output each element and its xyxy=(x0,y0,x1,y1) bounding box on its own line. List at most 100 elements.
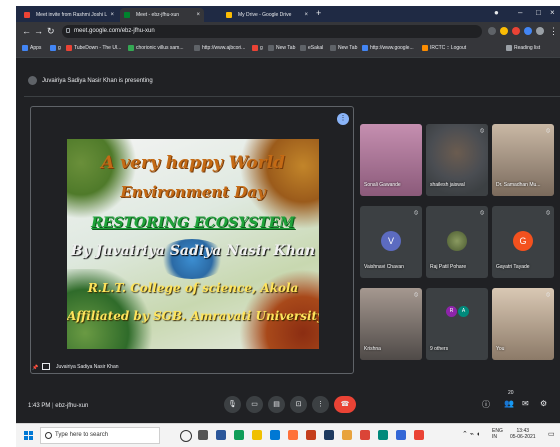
new-tab-button[interactable]: + xyxy=(316,8,321,18)
participant-count-badge: 20 xyxy=(508,390,514,396)
bookmark-label: Reading list xyxy=(514,45,541,51)
camera-icon[interactable] xyxy=(488,27,496,35)
bookmark-item[interactable]: eSakal xyxy=(300,45,323,51)
bookmark-item[interactable]: New Tab xyxy=(268,45,295,51)
language-indicator[interactable]: ENG IN xyxy=(492,428,503,440)
tab-bar: Meet invite from Rashmi Joshi L × Meet -… xyxy=(16,6,560,22)
leave-call-button[interactable]: ☎ xyxy=(334,396,356,413)
close-tab-icon[interactable]: × xyxy=(110,8,114,22)
participant-tile[interactable]: ⦸ G Gayatri Tayade xyxy=(492,206,554,278)
app-icon[interactable] xyxy=(414,430,424,440)
address-bar[interactable]: meet.google.com/ebz-jfhu-xun xyxy=(62,25,482,38)
present-button[interactable]: ⊡ xyxy=(290,396,307,413)
star-icon[interactable] xyxy=(500,27,508,35)
windows-start-icon[interactable] xyxy=(24,431,34,441)
minimize-icon[interactable]: – xyxy=(518,8,522,17)
apps-icon xyxy=(22,45,28,51)
mic-off-icon: ⦸ xyxy=(546,210,550,216)
app-icon[interactable] xyxy=(342,430,352,440)
cortana-icon[interactable] xyxy=(180,430,192,442)
others-tile[interactable]: R A 9 others xyxy=(426,288,488,360)
chrome-icon[interactable] xyxy=(360,430,370,440)
maximize-icon[interactable]: □ xyxy=(536,8,541,17)
windows-taskbar: Type here to search ⌃ ⌁ ◖ ENG IN 13:43 0… xyxy=(16,423,560,447)
bookmark-item[interactable]: chorionic villus sam... xyxy=(128,45,184,51)
bookmark-item[interactable]: New Tab xyxy=(330,45,357,51)
app-icon[interactable] xyxy=(396,430,406,440)
avatar: V xyxy=(381,231,401,251)
avatar: A xyxy=(458,306,469,317)
bookmark-item[interactable]: http://www.ajbcori... xyxy=(194,45,245,51)
bookmark-label: IRCTC :: Logout xyxy=(430,45,467,51)
firefox-icon[interactable] xyxy=(288,430,298,440)
camera-button[interactable]: ▭ xyxy=(246,396,263,413)
stage-footer: 📌 Juvairiya Sadiya Nasir Khan xyxy=(32,362,119,372)
bookmark-item[interactable]: g xyxy=(252,45,263,51)
self-tile[interactable]: ⦸ You xyxy=(492,288,554,360)
participant-name: Krishna xyxy=(364,346,381,352)
participant-name: shailesh jaiswal xyxy=(430,182,465,188)
drive-icon xyxy=(226,12,232,18)
tab-drive[interactable]: My Drive - Google Drive × xyxy=(222,8,312,22)
chat-icon[interactable]: ✉ xyxy=(522,399,529,408)
clock-date: 05-06-2021 xyxy=(510,434,536,440)
avatar[interactable] xyxy=(536,27,544,35)
participant-tile[interactable]: Sonali Gawande xyxy=(360,124,422,196)
avatar: G xyxy=(513,231,533,251)
pin-icon[interactable]: 📌 xyxy=(32,363,38,371)
slide-college: R.L.T. College of science, Akola xyxy=(87,281,299,295)
file-explorer-icon[interactable] xyxy=(252,430,262,440)
mic-button[interactable]: 🎙 xyxy=(224,396,241,413)
presentation-stage[interactable]: ⋮ A very happy World Environment Day RES… xyxy=(30,106,354,374)
participant-tile[interactable]: ⦸ Krishna xyxy=(360,288,422,360)
bookmark-item[interactable]: IRCTC :: Logout xyxy=(422,45,466,51)
extension-icon[interactable] xyxy=(512,27,520,35)
extension-icon[interactable] xyxy=(524,27,532,35)
close-window-icon[interactable]: × xyxy=(550,8,555,17)
mic-off-icon: ⦸ xyxy=(414,292,418,298)
more-options-button[interactable]: ⋮ xyxy=(312,396,329,413)
mic-off-icon: ⦸ xyxy=(414,210,418,216)
participant-name: Sonali Gawande xyxy=(364,182,401,188)
reload-icon[interactable]: ↻ xyxy=(47,26,55,37)
bookmark-item[interactable]: http://www.google... xyxy=(362,45,414,51)
app-icon[interactable] xyxy=(378,430,388,440)
info-icon[interactable]: ⓘ xyxy=(482,399,490,410)
participant-tile[interactable]: ⦸ Raj Patil Pohare xyxy=(426,206,488,278)
app-icon[interactable] xyxy=(324,430,334,440)
notifications-icon[interactable]: ▭ xyxy=(548,431,555,438)
bookmark-apps[interactable]: Apps xyxy=(22,45,41,51)
globe-icon xyxy=(268,45,274,51)
word-icon[interactable] xyxy=(216,430,226,440)
back-icon[interactable]: ← xyxy=(22,26,31,36)
tray-icons[interactable]: ⌃ ⌁ ◖ xyxy=(462,431,480,438)
close-tab-icon[interactable]: × xyxy=(304,8,308,22)
captions-button[interactable]: ▤ xyxy=(268,396,285,413)
others-count: 9 others xyxy=(430,346,449,352)
task-view-icon[interactable] xyxy=(198,430,208,440)
search-placeholder: Type here to search xyxy=(55,432,109,438)
participant-tile[interactable]: ⦸ Dr. Samadhan Mu... xyxy=(492,124,554,196)
profile-dot-icon[interactable]: ● xyxy=(494,8,499,17)
url-text: meet.google.com/ebz-jfhu-xun xyxy=(74,28,155,34)
reading-list[interactable]: Reading list xyxy=(506,45,540,51)
menu-icon[interactable]: ⋮ xyxy=(549,26,558,37)
close-tab-icon[interactable]: × xyxy=(196,8,200,22)
bookmarks-bar: Apps g TubeDown - The Ul... chorionic vi… xyxy=(16,41,560,58)
bookmark-item[interactable]: TubeDown - The Ul... xyxy=(66,45,121,51)
people-icon[interactable]: 👥 xyxy=(504,399,514,408)
tab-meet-invite[interactable]: Meet invite from Rashmi Joshi L × xyxy=(20,8,118,22)
clock[interactable]: 13:43 05-06-2021 xyxy=(510,428,536,440)
slide-affiliation: Affiliated by SGB. Amravati University xyxy=(67,309,319,323)
avatar xyxy=(447,231,467,251)
taskbar-search-input[interactable]: Type here to search xyxy=(40,427,160,444)
powerpoint-icon[interactable] xyxy=(306,430,316,440)
activities-icon[interactable]: ⚙ xyxy=(540,399,547,408)
store-icon[interactable] xyxy=(270,430,280,440)
participant-tile[interactable]: ⦸ V Vaishnavi Chavan xyxy=(360,206,422,278)
forward-icon[interactable]: → xyxy=(34,26,43,36)
bookmark-item[interactable]: g xyxy=(50,45,61,51)
edge-icon[interactable] xyxy=(234,430,244,440)
participant-tile[interactable]: ⦸ shailesh jaiswal xyxy=(426,124,488,196)
tab-meet[interactable]: Meet - ebz-jfhu-xun × xyxy=(120,8,204,22)
